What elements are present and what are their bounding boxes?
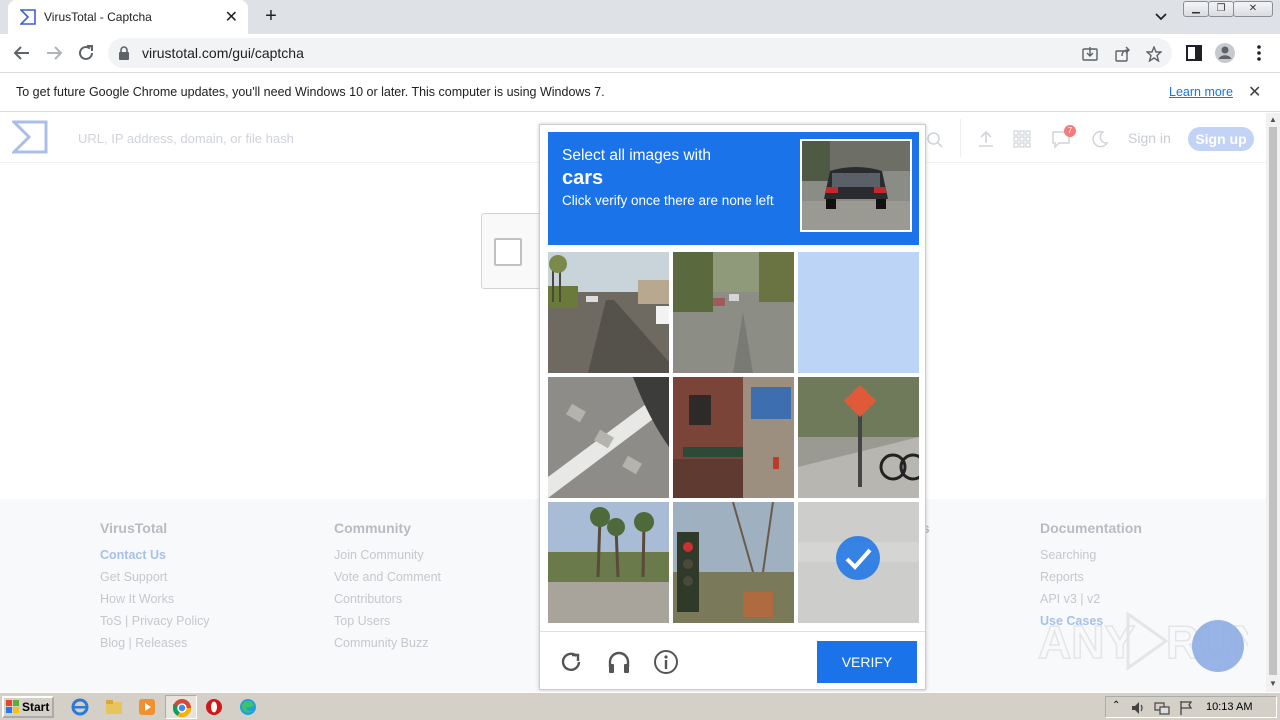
audio-challenge-headphones-icon[interactable] [606,649,632,675]
captcha-tile-5[interactable] [673,377,794,498]
footer-link-tos-privacy[interactable]: ToS | Privacy Policy [100,614,210,636]
captcha-tile-4[interactable] [548,377,669,498]
taskbar-clock[interactable]: 10:13 AM [1206,701,1252,713]
update-infobar: To get future Google Chrome updates, you… [0,72,1280,112]
scroll-up-icon[interactable]: ▲ [1268,115,1278,125]
apps-grid-icon[interactable] [1012,129,1032,149]
new-tab-button[interactable]: + [260,5,282,28]
recaptcha-checkbox-widget [481,213,543,289]
header-divider [960,119,961,157]
file-explorer-icon[interactable] [104,697,124,717]
footer-link-contact-us[interactable]: Contact Us [100,548,210,570]
lock-icon[interactable] [118,46,130,60]
system-tray: ⌃ 10:13 AM [1105,696,1277,718]
verify-button[interactable]: VERIFY [817,641,917,683]
infobar-message: To get future Google Chrome updates, you… [16,85,605,99]
address-bar[interactable]: virustotal.com/gui/captcha [108,38,1172,68]
learn-more-link[interactable]: Learn more [1169,85,1233,99]
start-label: Start [22,700,50,714]
reload-challenge-icon[interactable] [558,649,584,675]
kebab-menu-icon[interactable] [1248,42,1270,64]
footer-link-how-it-works[interactable]: How It Works [100,592,210,614]
captcha-instructions: Select all images with cars Click verify… [548,132,919,245]
dark-mode-moon-icon[interactable] [1090,129,1110,149]
tab-close-icon[interactable]: ✕ [225,7,238,27]
virustotal-logo-icon[interactable] [12,120,48,154]
infobar-close-icon[interactable]: ✕ [1248,82,1261,102]
opera-icon[interactable] [204,697,224,717]
forward-arrow-icon[interactable] [43,42,65,64]
page-scrollbar[interactable]: ▲ ▼ [1266,113,1280,692]
network-icon[interactable] [1154,700,1170,716]
footer-link-searching[interactable]: Searching [1040,548,1142,570]
sign-in-link[interactable]: Sign in [1128,130,1171,146]
captcha-tile-2[interactable] [673,252,794,373]
footer-link-blog-releases[interactable]: Blog | Releases [100,636,210,658]
anyrun-watermark-logo: ANY RUN [1038,611,1248,672]
tab-strip: VirusTotal - Captcha ✕ + ▁ ❐ ✕ [0,0,1280,34]
scroll-down-icon[interactable]: ▼ [1268,679,1278,689]
notification-badge: 7 [1064,125,1076,137]
footer-column-virustotal: VirusTotal Contact Us Get Support How It… [100,520,210,658]
scrollbar-thumb[interactable] [1269,127,1277,675]
upload-icon[interactable] [976,129,996,149]
internet-explorer-icon[interactable] [70,697,90,717]
captcha-tile-7[interactable] [548,502,669,623]
media-player-icon[interactable] [137,697,157,717]
windows-taskbar: Start ⌃ 10:13 AM [0,692,1280,720]
recaptcha-checkbox[interactable] [494,238,522,266]
footer-link-community-buzz[interactable]: Community Buzz [334,636,441,658]
sign-up-button[interactable]: Sign up [1188,127,1254,151]
svg-text:ANY: ANY [1038,616,1135,668]
footer-heading: VirusTotal [100,520,168,536]
chrome-icon [173,699,191,718]
virustotal-favicon-icon [20,9,36,25]
captcha-challenge-dialog: Select all images with cars Click verify… [539,124,926,690]
footer-column-community: Community Join Community Vote and Commen… [334,520,441,658]
footer-link-reports[interactable]: Reports [1040,570,1142,592]
share-icon[interactable] [1114,46,1130,62]
footer-link-contributors[interactable]: Contributors [334,592,441,614]
url-text[interactable]: virustotal.com/gui/captcha [142,45,304,61]
browser-tab[interactable]: VirusTotal - Captcha ✕ [8,0,248,34]
taskbar-chrome-active[interactable] [165,695,197,719]
side-panel-icon[interactable] [1183,42,1205,64]
captcha-footer: VERIFY [540,631,925,689]
reload-icon[interactable] [75,42,97,64]
start-button[interactable]: Start [2,696,54,718]
captcha-tile-6[interactable] [798,377,919,498]
captcha-tile-9-selected[interactable] [798,502,919,623]
vt-search-input[interactable]: URL, IP address, domain, or file hash [78,131,294,146]
captcha-tile-3-loading[interactable] [798,252,919,373]
captcha-target-word: cars [562,167,604,189]
volume-icon[interactable] [1130,700,1146,716]
profile-avatar-icon[interactable] [1214,42,1236,64]
captcha-tile-1[interactable] [548,252,669,373]
browser-toolbar: virustotal.com/gui/captcha [0,34,1280,72]
show-hidden-icons-icon[interactable]: ⌃ [1112,700,1120,711]
captcha-sample-car-image [800,139,912,232]
captcha-instruction-line: Select all images with [562,147,712,164]
windows-logo-icon [6,700,19,713]
footer-link-get-support[interactable]: Get Support [100,570,210,592]
captcha-instruction-hint: Click verify once there are none left [562,193,774,208]
tab-title: VirusTotal - Captcha [44,10,152,24]
search-icon[interactable] [926,131,944,149]
back-arrow-icon[interactable] [11,42,33,64]
footer-heading: Community [334,520,411,536]
install-app-icon[interactable] [1082,46,1098,62]
captcha-tile-8[interactable] [673,502,794,623]
tab-search-chevron-down-icon[interactable] [1152,7,1170,25]
window-close-button[interactable]: ✕ [1233,1,1273,17]
restore-button[interactable]: ❐ [1208,1,1234,17]
action-center-flag-icon[interactable] [1178,700,1194,716]
footer-link-join-community[interactable]: Join Community [334,548,441,570]
edge-icon[interactable] [238,697,258,717]
info-icon[interactable] [653,649,679,675]
footer-link-top-users[interactable]: Top Users [334,614,441,636]
minimize-button[interactable]: ▁ [1183,1,1209,17]
bookmark-star-icon[interactable] [1146,46,1162,62]
footer-heading: Documentation [1040,520,1142,536]
footer-link-vote-comment[interactable]: Vote and Comment [334,570,441,592]
